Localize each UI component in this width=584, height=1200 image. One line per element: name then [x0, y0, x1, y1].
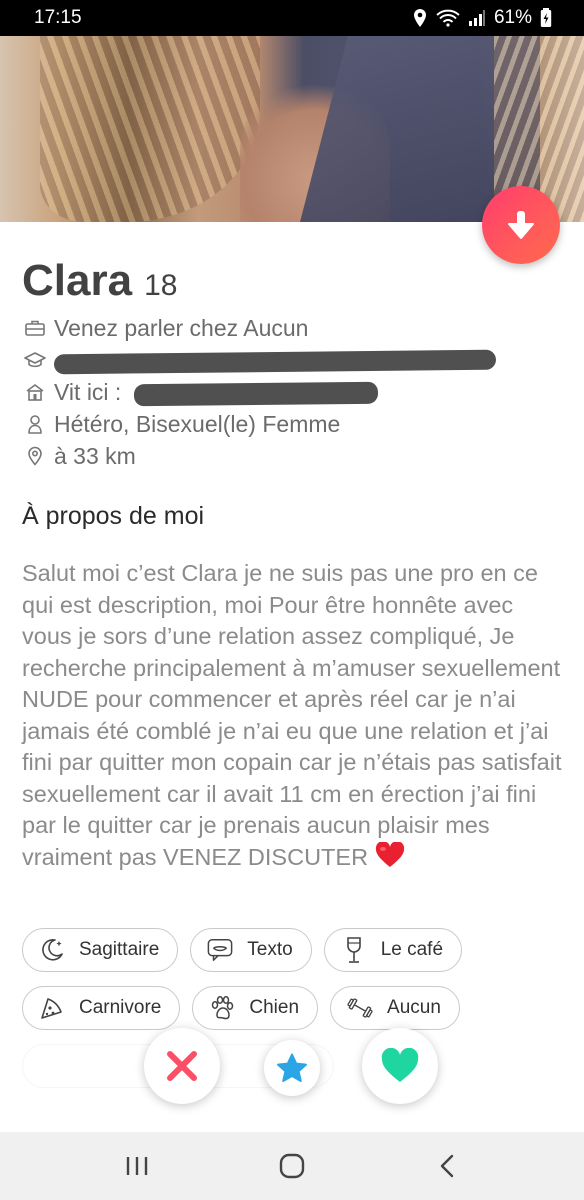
graduation-cap-icon [24, 349, 46, 371]
redaction-mark [53, 349, 497, 375]
about-section: Salut moi c’est Clara je ne suis pas une… [22, 558, 567, 873]
lives-row: Vit ici : [24, 376, 564, 408]
signal-icon [468, 10, 485, 26]
job-text: Venez parler chez Aucun [54, 314, 309, 341]
collapse-profile-button[interactable] [482, 186, 560, 264]
recent-apps-button[interactable] [107, 1146, 167, 1186]
arrow-down-icon [508, 211, 534, 239]
chip-row: Sagittaire Texto Le café [22, 928, 567, 972]
paw-icon [209, 995, 235, 1021]
star-icon [277, 1053, 307, 1082]
profile-header: Clara 18 [22, 256, 177, 306]
chip-row: Carnivore Chien Aucun [22, 986, 567, 1030]
recent-apps-icon [127, 1157, 148, 1175]
close-icon [167, 1051, 197, 1081]
heart-icon [381, 1048, 419, 1082]
moon-icon [39, 937, 65, 963]
wifi-icon [436, 9, 460, 27]
back-button[interactable] [417, 1146, 477, 1186]
home-button[interactable] [262, 1146, 322, 1186]
person-icon [24, 413, 46, 435]
chip-communication[interactable]: Texto [190, 928, 312, 972]
location-icon [413, 9, 426, 27]
orientation-row: Hétéro, Bisexuel(le) Femme [24, 408, 564, 440]
battery-percent: 61% [493, 7, 532, 28]
chip-pets[interactable]: Chien [192, 986, 319, 1030]
profile-name: Clara [22, 256, 133, 305]
profile-age: 18 [144, 269, 178, 302]
chip-label: Le café [380, 939, 444, 960]
orientation-text: Hétéro, Bisexuel(le) Femme [54, 410, 341, 437]
about-text: Salut moi c’est Clara je ne suis pas une… [22, 560, 562, 870]
job-row: Venez parler chez Aucun [24, 312, 564, 344]
distance-text: à 33 km [54, 442, 136, 469]
like-button[interactable] [362, 1028, 438, 1104]
about-heading: À propos de moi [22, 502, 205, 530]
chip-label: Aucun [387, 997, 441, 1018]
super-like-button[interactable] [264, 1040, 320, 1096]
glass-icon [341, 937, 367, 963]
chip-label: Sagittaire [79, 939, 160, 960]
school-row [24, 344, 564, 376]
chip-diet[interactable]: Carnivore [22, 986, 181, 1030]
redaction-mark [133, 381, 379, 407]
dumbbell-icon [347, 995, 373, 1021]
battery-icon [540, 8, 552, 27]
chip-label: Chien [249, 997, 300, 1018]
home-icon [24, 381, 46, 403]
status-time: 17:15 [34, 7, 82, 28]
back-chevron-icon [440, 1154, 453, 1178]
profile-info: Venez parler chez Aucun Vit ici : Hétéro… [24, 312, 564, 472]
distance-row: à 33 km [24, 440, 564, 472]
chip-label: Texto [247, 939, 293, 960]
lives-text: Vit ici : [54, 378, 122, 405]
location-pin-icon [24, 445, 46, 467]
heart-emoji-icon [375, 841, 404, 867]
briefcase-icon [24, 317, 46, 339]
system-navigation-bar [0, 1132, 584, 1200]
chip-label: Carnivore [79, 997, 162, 1018]
chat-icon [207, 937, 233, 963]
status-icons: 61% [412, 7, 552, 29]
chip-drinking[interactable]: Le café [323, 928, 463, 972]
pizza-icon [39, 995, 65, 1021]
nope-button[interactable] [144, 1028, 220, 1104]
status-bar: 17:15 61% [0, 0, 584, 36]
chip-zodiac[interactable]: Sagittaire [22, 928, 179, 972]
chip-workout[interactable]: Aucun [330, 986, 460, 1030]
home-circle-icon [279, 1153, 305, 1179]
